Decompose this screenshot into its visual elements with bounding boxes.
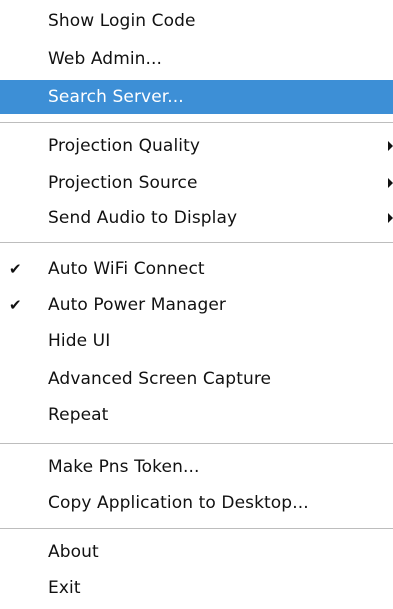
menu-item-auto-power-manager[interactable]: ✔ Auto Power Manager [0, 288, 393, 322]
menu-item-send-audio-to-display[interactable]: Send Audio to Display [0, 201, 393, 235]
menu-item-show-login-code[interactable]: Show Login Code [0, 4, 393, 38]
menu-item-copy-application-to-desktop[interactable]: Copy Application to Desktop... [0, 486, 393, 520]
check-icon: ✔ [9, 296, 22, 314]
menu-item-label: Copy Application to Desktop... [48, 493, 309, 513]
menu-item-label: About [48, 542, 99, 562]
menu-item-label: Auto WiFi Connect [48, 259, 205, 279]
menu-item-label: Projection Source [48, 173, 198, 193]
menu-item-label: Send Audio to Display [48, 208, 238, 228]
menu-item-label: Show Login Code [48, 11, 196, 31]
menu-item-label: Make Pns Token... [48, 457, 200, 477]
menu-item-label: Hide UI [48, 331, 111, 351]
menu-separator [0, 242, 393, 243]
menu-item-label: Auto Power Manager [48, 295, 226, 315]
menu-item-label: Exit [48, 578, 81, 598]
menu-item-label: Web Admin... [48, 49, 163, 69]
menu-item-search-server[interactable]: Search Server... [0, 80, 393, 114]
menu-item-label: Repeat [48, 405, 109, 425]
menu-item-exit[interactable]: Exit [0, 571, 393, 605]
menu-item-projection-source[interactable]: Projection Source [0, 166, 393, 200]
submenu-arrow-icon [388, 141, 393, 151]
menu-item-web-admin[interactable]: Web Admin... [0, 42, 393, 76]
menu-item-hide-ui[interactable]: Hide UI [0, 324, 393, 358]
menu-item-auto-wifi-connect[interactable]: ✔ Auto WiFi Connect [0, 252, 393, 286]
menu-separator [0, 443, 393, 444]
menu-item-repeat[interactable]: Repeat [0, 398, 393, 432]
context-menu: Show Login Code Web Admin... Search Serv… [0, 0, 393, 609]
menu-item-label: Search Server... [48, 87, 184, 107]
menu-item-advanced-screen-capture[interactable]: Advanced Screen Capture [0, 362, 393, 396]
menu-item-make-pns-token[interactable]: Make Pns Token... [0, 450, 393, 484]
check-icon: ✔ [9, 260, 22, 278]
menu-item-about[interactable]: About [0, 535, 393, 569]
menu-item-label: Advanced Screen Capture [48, 369, 272, 389]
menu-separator [0, 122, 393, 123]
submenu-arrow-icon [388, 178, 393, 188]
submenu-arrow-icon [388, 213, 393, 223]
menu-item-label: Projection Quality [48, 136, 201, 156]
menu-separator [0, 528, 393, 529]
menu-item-projection-quality[interactable]: Projection Quality [0, 129, 393, 163]
